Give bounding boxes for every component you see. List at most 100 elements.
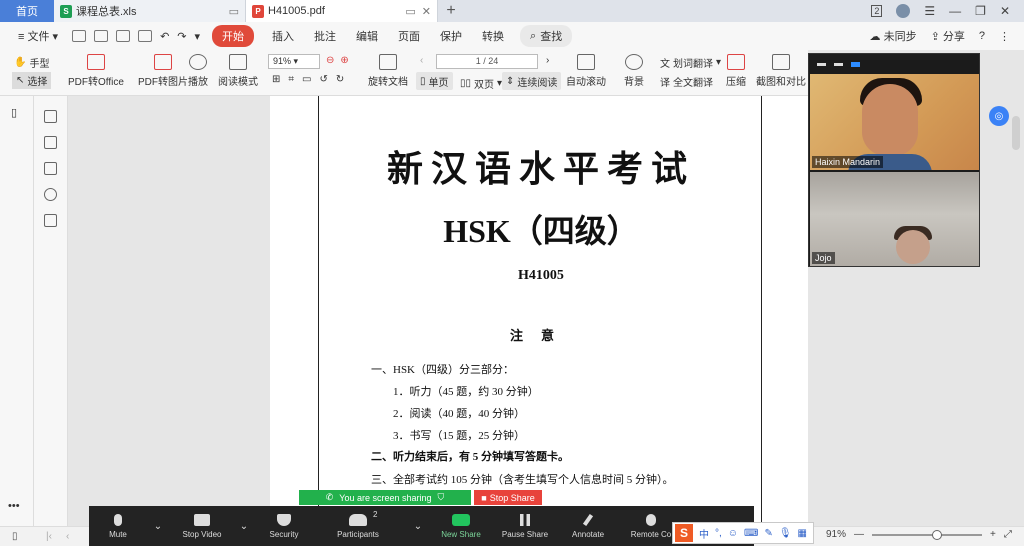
hamburger-icon[interactable]: ≡ 文件 ▾ [8, 28, 68, 44]
help-icon[interactable]: ? [979, 30, 985, 42]
video-tile-1[interactable]: Haixin Mandarin [810, 74, 979, 170]
ime-punctuation[interactable]: °, [715, 528, 722, 539]
new-tab-button[interactable]: + [438, 0, 464, 22]
redo-icon[interactable]: ↷ [173, 30, 190, 43]
menu-comment[interactable]: 批注 [304, 28, 346, 44]
security-button[interactable]: Security [267, 506, 301, 546]
stop-video-button[interactable]: Stop Video [179, 506, 225, 546]
zoom-in-icon[interactable]: ⊕ [340, 55, 348, 66]
fit-width-icon[interactable]: ▭ [302, 74, 311, 85]
full-translate-button[interactable]: 译全文翻译 [660, 74, 713, 89]
tab-home[interactable]: 首页 [0, 0, 54, 22]
print-icon[interactable] [116, 30, 131, 42]
sync-status[interactable]: ☁ 未同步 [870, 28, 917, 44]
menu-insert[interactable]: 插入 [262, 28, 304, 44]
search-button[interactable]: ⌕ 查找 [520, 25, 573, 47]
gallery-view-icon[interactable] [851, 61, 860, 67]
zoom-slider[interactable] [872, 529, 983, 540]
menu-page[interactable]: 页面 [388, 28, 430, 44]
double-page-button[interactable]: ▯▯ 双页 ▾ [460, 76, 502, 91]
menu-start[interactable]: 开始 [212, 25, 255, 47]
minimize-icon[interactable]: — [949, 4, 961, 18]
first-page-icon[interactable]: |‹ [46, 531, 52, 542]
keyboard-icon[interactable]: ⌨ [744, 528, 758, 539]
attachment-icon[interactable] [44, 188, 57, 201]
menu-edit[interactable]: 编辑 [346, 28, 388, 44]
menu-file[interactable]: 文件 [27, 31, 49, 43]
menu-protect[interactable]: 保护 [430, 28, 472, 44]
speaker-view-icon[interactable] [834, 62, 843, 66]
rotate-right-icon[interactable]: ↻ [336, 74, 344, 85]
hand-tool[interactable]: ✋ 手型 [14, 55, 49, 70]
more-dots[interactable]: ••• [8, 500, 20, 512]
document-area[interactable]: 新汉语水平考试 HSK（四级） H41005 注意 一、HSK（四级）分三部分：… [68, 96, 808, 526]
open-icon[interactable] [72, 30, 87, 42]
auto-scroll-button[interactable]: 自动滚动 [566, 54, 606, 88]
new-share-button[interactable]: New Share [439, 506, 483, 546]
save-icon[interactable] [94, 30, 109, 42]
stop-share-button[interactable]: ■ Stop Share [474, 490, 542, 505]
scrollbar[interactable] [1012, 116, 1020, 150]
actual-size-icon[interactable]: ⊞ [272, 74, 280, 85]
more-icon[interactable]: ⋮ [999, 30, 1010, 43]
ime-language[interactable]: 中 [699, 526, 709, 541]
menu-icon[interactable]: ☰ [924, 4, 935, 18]
background-button[interactable]: 背景 [624, 54, 644, 88]
page-badge[interactable]: 2 [871, 5, 883, 17]
prev-page-icon[interactable]: ‹ [420, 55, 423, 66]
toolbox-icon[interactable]: ▦ [798, 528, 807, 539]
undo-icon[interactable]: ↶ [156, 30, 173, 43]
prev-icon[interactable]: ‹ [66, 531, 69, 542]
continuous-read-button[interactable]: ⇕ 连续阅读 [502, 72, 562, 90]
fullscreen-icon[interactable]: ⤢ [1004, 529, 1012, 540]
pdf-to-image-button[interactable]: PDF转图片 [138, 54, 188, 88]
zoom-select[interactable]: 91% ▾ [268, 54, 320, 69]
zoom-in-icon[interactable]: + [990, 529, 996, 540]
tab-spreadsheet[interactable]: S 课程总表.xls ▭ [54, 0, 246, 22]
compress-button[interactable]: 压缩 [726, 54, 746, 88]
rotate-document-button[interactable]: 旋转文档 [368, 54, 408, 88]
mute-button[interactable]: Mute [105, 506, 131, 546]
zoom-slider-knob[interactable] [932, 529, 943, 540]
nav-icon[interactable]: ▯ [11, 106, 17, 119]
chevron-up-icon[interactable]: ⌄ [153, 506, 163, 546]
fit-page-icon[interactable]: ⌗ [288, 74, 294, 85]
screenshot-compare-button[interactable]: 截图和对比 [756, 54, 806, 88]
chevron-up-icon[interactable]: ⌄ [239, 506, 249, 546]
monitor-icon[interactable]: ▭ [229, 5, 239, 18]
pdf-to-office-button[interactable]: PDF转Office [68, 54, 124, 88]
emoji-icon[interactable]: ☺ [728, 528, 738, 539]
bookmark-icon[interactable] [44, 110, 57, 123]
zoom-out-icon[interactable]: — [854, 529, 864, 540]
avatar[interactable] [896, 4, 911, 18]
zoom-percentage[interactable]: 91% [826, 529, 846, 540]
annotate-button[interactable]: Annotate [569, 506, 607, 546]
skin-icon[interactable]: ✎ [764, 528, 772, 539]
video-tile-2[interactable]: Jojo [810, 172, 979, 266]
page-number-input[interactable]: 1 / 24 [436, 54, 538, 69]
reading-mode-button[interactable]: 阅读模式 [218, 54, 258, 88]
share-button[interactable]: ⇪ 分享 [931, 28, 965, 44]
close-window-icon[interactable]: ✕ [1000, 4, 1010, 18]
restore-icon[interactable]: ❐ [975, 4, 986, 18]
video-panel[interactable]: Haixin Mandarin Jojo [808, 53, 980, 267]
menu-convert[interactable]: 转换 [472, 28, 514, 44]
play-button[interactable]: 播放 [188, 54, 208, 88]
close-icon[interactable]: ✕ [422, 5, 431, 18]
chevron-down-icon[interactable]: ▾ [191, 30, 205, 43]
signature-icon[interactable] [44, 214, 57, 227]
remote-control-button[interactable]: Remote Co [629, 506, 673, 546]
export-icon[interactable] [138, 30, 153, 42]
zoom-out-icon[interactable]: ⊖ [326, 55, 334, 66]
next-page-icon[interactable]: › [546, 55, 549, 66]
rotate-left-icon[interactable]: ↺ [319, 74, 327, 85]
sidebar-toggle-icon[interactable]: ▯ [12, 531, 18, 542]
select-tool[interactable]: ↖ 选择 [12, 72, 52, 89]
pause-share-button[interactable]: Pause Share [501, 506, 549, 546]
minimize-video-icon[interactable] [817, 62, 826, 66]
assistant-icon[interactable]: ◎ [989, 106, 1009, 126]
sogou-logo[interactable]: S [675, 524, 693, 542]
voice-icon[interactable]: 🎙 [779, 528, 792, 539]
comment-icon[interactable] [44, 162, 57, 175]
tab-pdf[interactable]: P H41005.pdf ▭ ✕ [246, 0, 438, 22]
